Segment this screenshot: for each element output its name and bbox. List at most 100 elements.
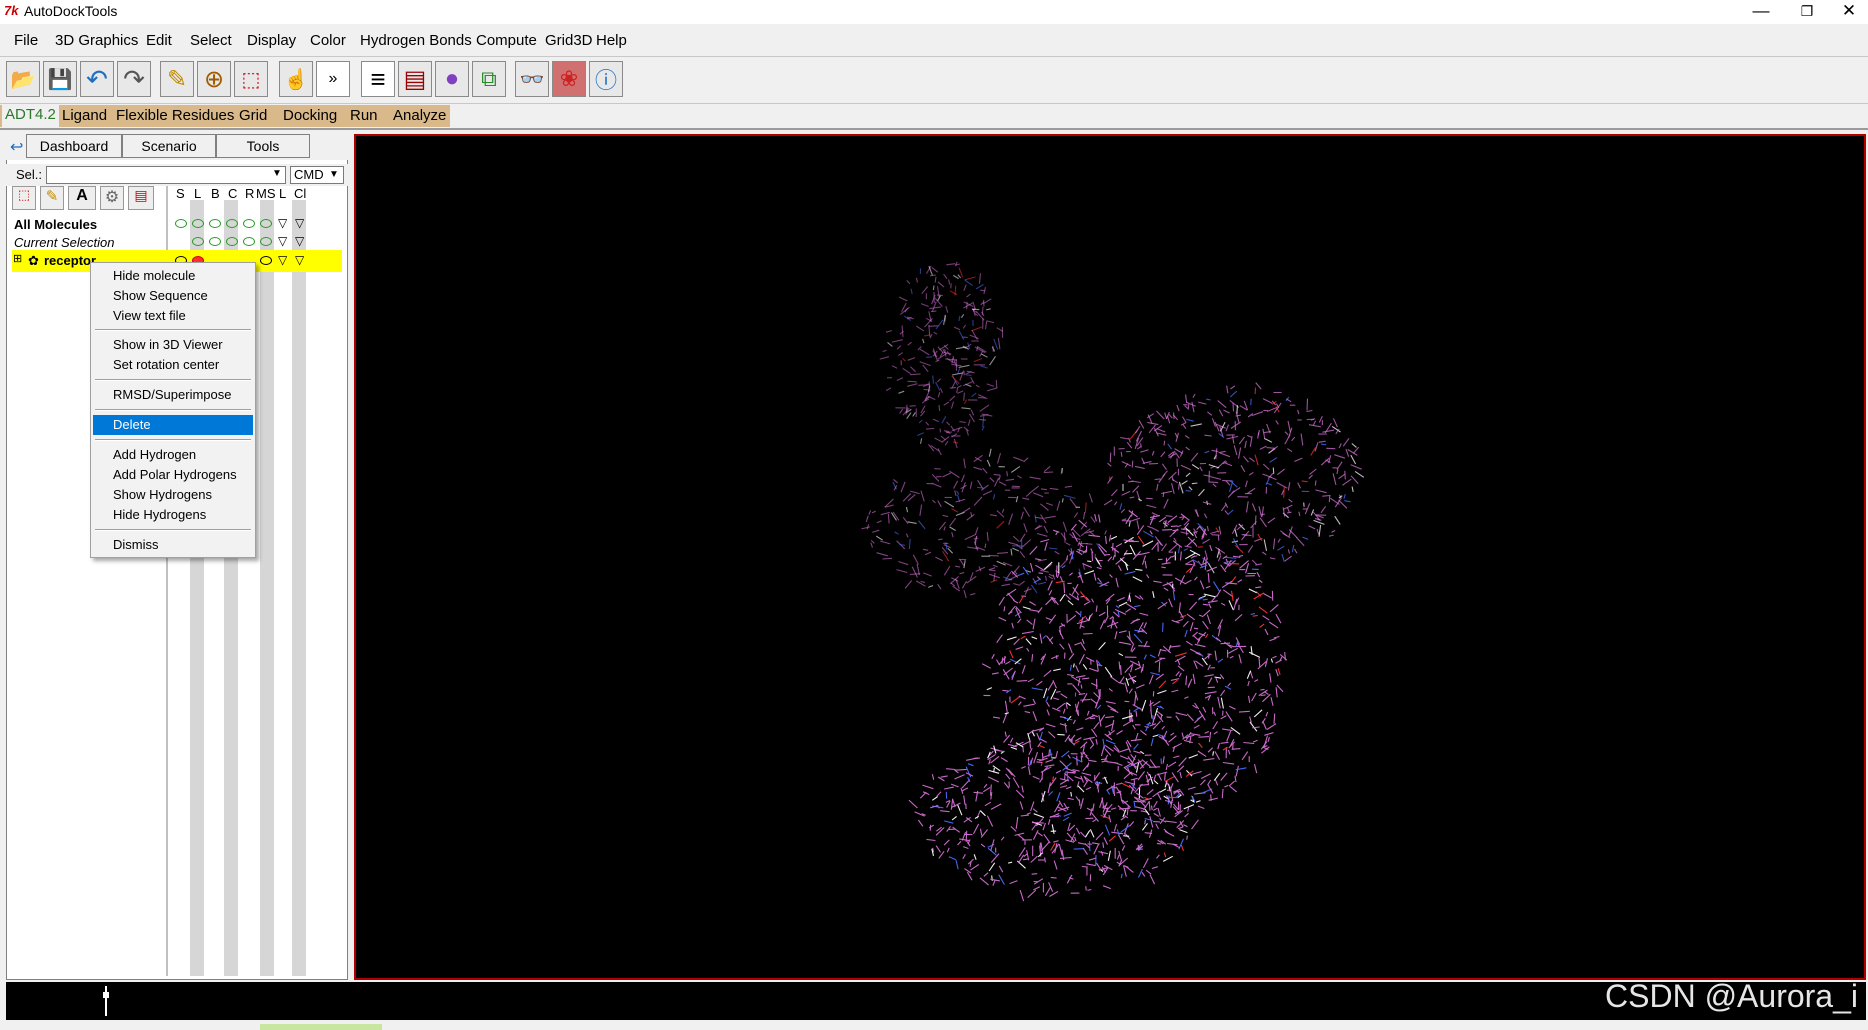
close-button[interactable]: ✕ — [1826, 0, 1868, 24]
minimize-button[interactable]: — — [1738, 0, 1784, 24]
app-icon: 7k — [4, 3, 19, 18]
center-target-icon[interactable]: ⊕ — [197, 61, 231, 97]
tab-flexible-residues[interactable]: Flexible Residues — [116, 107, 234, 124]
tab-scenario[interactable]: Scenario — [122, 134, 216, 158]
stereo-glasses-icon[interactable]: 👓 — [515, 61, 549, 97]
menu-item-show-in-3d-viewer[interactable]: Show in 3D Viewer — [91, 335, 255, 355]
toggle-circle[interactable] — [260, 219, 272, 228]
menu-color[interactable]: Color — [310, 32, 346, 49]
menu-item-show-hydrogens[interactable]: Show Hydrogens — [91, 485, 255, 505]
menu-file[interactable]: File — [14, 32, 38, 49]
pencil-icon[interactable]: ✎ — [160, 61, 194, 97]
menu-item-dismiss[interactable]: Dismiss — [91, 535, 255, 555]
window-title: AutoDockTools — [24, 3, 118, 19]
tab-tools[interactable]: Tools — [216, 134, 310, 158]
menu-help[interactable]: Help — [596, 32, 627, 49]
tab-grid[interactable]: Grid — [239, 107, 267, 124]
back-arrow-icon[interactable]: ↩ — [10, 137, 23, 157]
toggle-circle[interactable] — [226, 219, 238, 228]
cmd-select[interactable]: CMD ▼ — [290, 166, 344, 184]
gear-icon[interactable]: ⚙ — [100, 186, 124, 210]
row-receptor[interactable]: receptor — [44, 253, 96, 268]
tab-dashboard[interactable]: Dashboard — [26, 134, 122, 158]
toggle-circle[interactable] — [192, 237, 204, 246]
toggle-circle[interactable] — [209, 237, 221, 246]
column-stripe — [292, 200, 306, 976]
status-bar — [0, 1022, 1868, 1030]
title-bar: 7k AutoDockTools — ❐ ✕ — [0, 0, 1868, 24]
toggle-circle[interactable] — [260, 237, 272, 246]
selection-input[interactable] — [46, 166, 286, 184]
toggle-circle[interactable] — [209, 219, 221, 228]
spline-icon[interactable]: ❀ — [552, 61, 586, 97]
toolbar: 📂 💾 ↶ ↷ ✎ ⊕ ⬚ ☝ » ≡ ▤ ● ⧉ 👓 ❀ ⓘ — [0, 56, 1868, 104]
menu-grid3d[interactable]: Grid3D — [545, 32, 593, 49]
menu-select[interactable]: Select — [190, 32, 232, 49]
menu-item-add-hydrogen[interactable]: Add Hydrogen — [91, 445, 255, 465]
menu-3d-graphics[interactable]: 3D Graphics — [55, 32, 138, 49]
tab-run[interactable]: Run — [350, 107, 378, 124]
toggle-circle[interactable] — [175, 219, 187, 228]
label-triangle-icon[interactable]: ▽ — [278, 253, 287, 267]
cmd-label: CMD — [294, 167, 324, 182]
menu-item-hide-hydrogens[interactable]: Hide Hydrogens — [91, 505, 255, 525]
save-icon[interactable]: 💾 — [43, 61, 77, 97]
row-all-molecules[interactable]: All Molecules — [14, 217, 97, 232]
restore-button[interactable]: ❐ — [1784, 0, 1830, 24]
slider-handle[interactable] — [103, 992, 109, 998]
tab-ligand[interactable]: Ligand — [62, 107, 107, 124]
toggle-circle[interactable] — [243, 219, 255, 228]
menu-separator — [95, 409, 251, 411]
text-align-icon[interactable]: ≡ — [361, 61, 395, 97]
label-triangle-icon[interactable]: ▽ — [278, 216, 287, 230]
select-tool-icon[interactable]: ⬚ — [12, 186, 36, 210]
menu-separator — [95, 379, 251, 381]
menu-item-add-polar-hydrogens[interactable]: Add Polar Hydrogens — [91, 465, 255, 485]
menu-edit[interactable]: Edit — [146, 32, 172, 49]
display-panel-icon[interactable]: ▤ — [398, 61, 432, 97]
tab-docking[interactable]: Docking — [283, 107, 337, 124]
3d-viewer[interactable] — [354, 134, 1866, 980]
toggle-circle[interactable] — [226, 237, 238, 246]
context-menu: Hide molecule Show Sequence View text fi… — [90, 262, 256, 558]
hand-pointer-icon[interactable]: ☝ — [279, 61, 313, 97]
label-triangle-icon[interactable]: ▽ — [278, 234, 287, 248]
color-sphere-icon[interactable]: ● — [435, 61, 469, 97]
pencil-tool-icon[interactable]: ✎ — [40, 186, 64, 210]
color-triangle-icon[interactable]: ▽ — [295, 234, 304, 248]
menu-display[interactable]: Display — [247, 32, 296, 49]
menu-item-delete[interactable]: Delete — [93, 415, 253, 435]
menu-item-set-rotation-center[interactable]: Set rotation center — [91, 355, 255, 375]
menu-item-view-text-file[interactable]: View text file — [91, 306, 255, 326]
menu-item-rmsd-superimpose[interactable]: RMSD/Superimpose — [91, 385, 255, 405]
toggle-circle[interactable] — [192, 219, 204, 228]
menu-item-show-sequence[interactable]: Show Sequence — [91, 286, 255, 306]
tab-analyze[interactable]: Analyze — [393, 107, 446, 124]
menu-compute[interactable]: Compute — [476, 32, 537, 49]
column-header-cl: Cl — [294, 186, 307, 201]
display-tool-icon[interactable]: ▤ — [128, 186, 154, 210]
redo-icon[interactable]: ↷ — [117, 61, 151, 97]
undo-icon[interactable]: ↶ — [80, 61, 114, 97]
info-icon[interactable]: ⓘ — [589, 61, 623, 97]
toggle-circle[interactable] — [243, 237, 255, 246]
python-shell-icon[interactable]: » — [316, 61, 350, 97]
progress-indicator — [260, 1024, 382, 1030]
bottom-canvas — [6, 982, 1866, 1020]
row-current-selection[interactable]: Current Selection — [14, 235, 114, 250]
label-tool-icon[interactable]: A — [68, 186, 96, 210]
molecule-icon: ✿ — [28, 253, 39, 268]
selection-dropdown-icon[interactable]: ▼ — [272, 168, 282, 179]
tab-adt42[interactable]: ADT4.2 — [2, 105, 59, 127]
module-tab-bar: ADT4.2 Ligand Flexible Residues Grid Doc… — [0, 104, 1868, 130]
menu-bar: File 3D Graphics Edit Select Display Col… — [0, 26, 1868, 54]
toggle-circle[interactable] — [260, 256, 272, 265]
tree-expand-icon[interactable]: ⊞ — [13, 252, 22, 265]
selection-icon[interactable]: ⬚ — [234, 61, 268, 97]
tree-icon[interactable]: ⧉ — [472, 61, 506, 97]
menu-hydrogen-bonds[interactable]: Hydrogen Bonds — [360, 32, 472, 49]
open-folder-icon[interactable]: 📂 — [6, 61, 40, 97]
color-triangle-icon[interactable]: ▽ — [295, 253, 304, 267]
menu-item-hide-molecule[interactable]: Hide molecule — [91, 266, 255, 286]
color-triangle-icon[interactable]: ▽ — [295, 216, 304, 230]
